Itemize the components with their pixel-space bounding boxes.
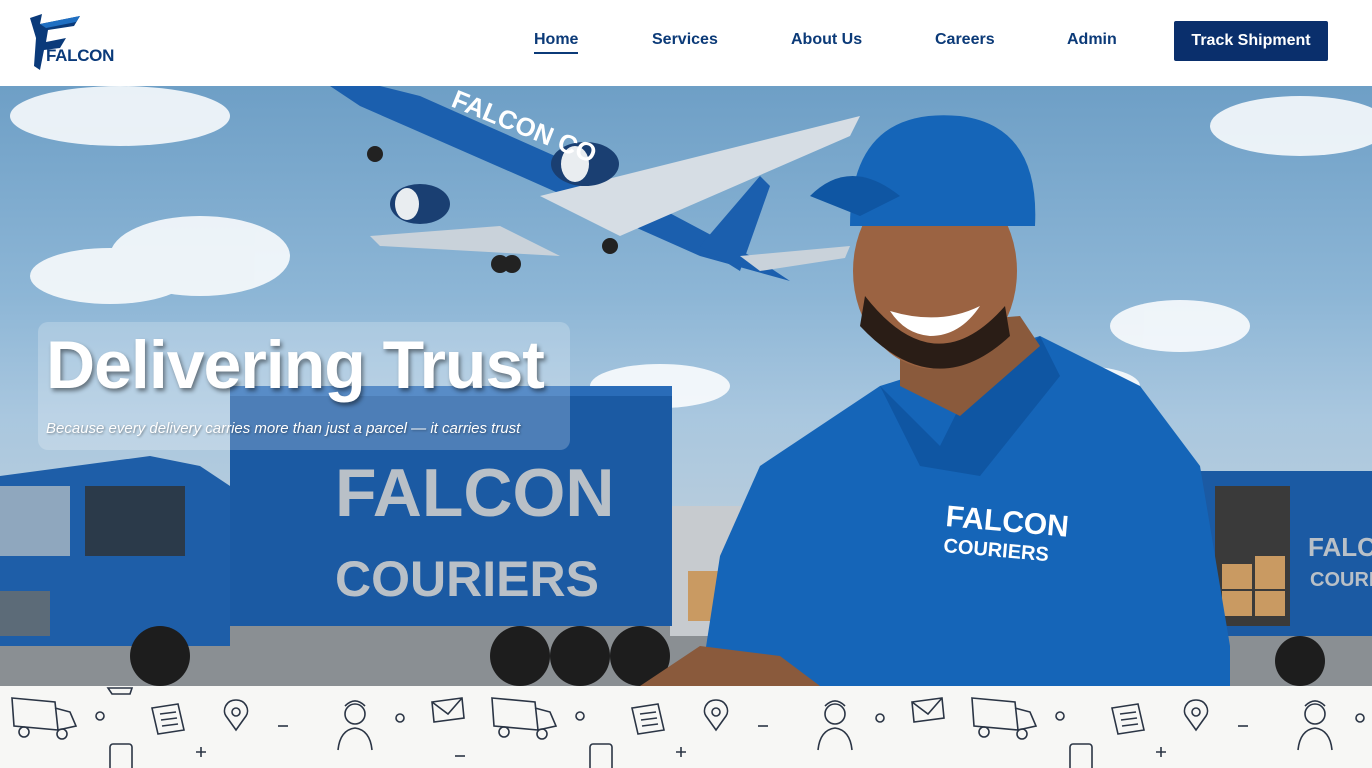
- main-nav: Home Services About Us Careers Admin: [0, 0, 1372, 86]
- right-truck-text-line1: FALCON: [1308, 532, 1372, 562]
- site-header: FALCON Home Services About Us Careers Ad…: [0, 0, 1372, 86]
- courier-person-icon: [817, 700, 853, 751]
- courier-person: FALCON COURIERS: [640, 115, 1230, 686]
- airplane: FALCON CO: [330, 86, 860, 281]
- nav-careers[interactable]: Careers: [935, 31, 995, 49]
- right-truck-text-line2: COURIERS: [1310, 569, 1372, 591]
- dot-icon: [395, 713, 405, 723]
- envelope-icon: [911, 697, 945, 723]
- pattern-icons: [11, 687, 1365, 768]
- envelope-icon: [431, 697, 465, 723]
- plus-icon: [676, 747, 686, 757]
- nav-services[interactable]: Services: [652, 31, 718, 49]
- location-pin-icon: [703, 699, 729, 732]
- hero-title: Delivering Trust: [46, 327, 545, 403]
- dot-icon: [95, 711, 105, 721]
- truck-icon: [11, 697, 78, 740]
- courier-person-icon: [337, 700, 373, 751]
- location-pin-icon: [223, 699, 249, 732]
- pattern-group-1: [11, 687, 465, 768]
- truck-text-line1: FALCON: [335, 455, 615, 531]
- hero-banner: FALCON CO FALCON COURIERS FALC COURI FAL…: [0, 86, 1372, 686]
- pattern-group-3: [971, 697, 1365, 768]
- truck-icon: [491, 697, 558, 740]
- location-pin-icon: [1183, 699, 1209, 732]
- plus-icon: [1156, 747, 1166, 757]
- document-icon: [151, 703, 185, 735]
- cart-icon: [106, 687, 134, 695]
- pattern-group-2: [491, 697, 945, 768]
- phone-icon: [1069, 743, 1093, 768]
- dot-icon: [575, 711, 585, 721]
- track-shipment-button[interactable]: Track Shipment: [1174, 21, 1328, 61]
- icon-pattern-strip: [0, 686, 1372, 768]
- dot-icon: [1355, 713, 1365, 723]
- truck-text-line2: COURIERS: [335, 551, 599, 607]
- document-icon: [1111, 703, 1145, 735]
- courier-person-icon: [1297, 700, 1333, 751]
- dot-icon: [1055, 711, 1065, 721]
- nav-about-us[interactable]: About Us: [791, 31, 862, 49]
- nav-admin[interactable]: Admin: [1067, 31, 1117, 49]
- truck-icon: [971, 697, 1038, 740]
- document-icon: [631, 703, 665, 735]
- phone-icon: [589, 743, 613, 768]
- hero-subtitle: Because every delivery carries more than…: [46, 420, 521, 437]
- plus-icon: [196, 747, 206, 757]
- dot-icon: [875, 713, 885, 723]
- phone-icon: [109, 743, 133, 768]
- nav-home[interactable]: Home: [534, 31, 579, 54]
